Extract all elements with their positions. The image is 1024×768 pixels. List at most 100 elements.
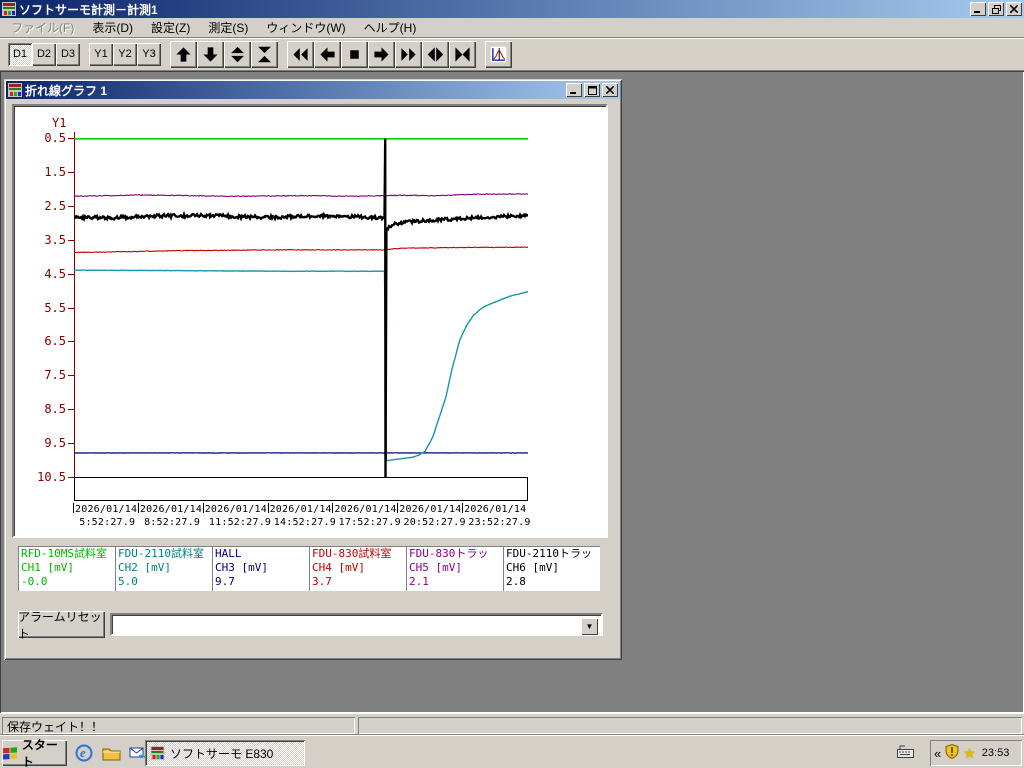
minimize-button[interactable] (970, 2, 986, 16)
legend-channel-label: CH4 [mV] (312, 561, 365, 574)
menu-item-view[interactable]: 表示(D) (83, 17, 142, 38)
keyboard-icon[interactable] (897, 745, 914, 761)
star-icon[interactable]: ★ (963, 746, 976, 760)
y-tick-label: 2.5 (44, 198, 66, 213)
start-label: スタート (21, 738, 58, 768)
status-message: 保存ウェイト！！ (2, 717, 355, 734)
compress-vertical-icon (258, 46, 271, 62)
graph-window-title-bar: 折れ線グラフ 1 (6, 81, 620, 99)
scroll-up-button[interactable] (170, 40, 197, 68)
legend-device-name: RFD-10MS試料室 (21, 547, 107, 560)
legend-device-name: HALL (215, 547, 242, 560)
menu-item-window[interactable]: ウィンドウ(W) (257, 17, 354, 38)
x-tick-mark (267, 503, 269, 513)
y-tick-label: 3.5 (44, 232, 66, 247)
toolbar-group (287, 40, 476, 68)
security-shield-icon[interactable] (945, 743, 959, 762)
x-tick-label: 2026/01/14 8:52:27.9 (137, 503, 203, 528)
y-tick-mark (68, 307, 74, 309)
fast-forward-button[interactable] (395, 40, 422, 68)
y-tick-mark (68, 375, 74, 377)
legend-channel-value: -0.0 (21, 575, 48, 588)
legend-cell-ch4: FDU-830試料室 CH4 [mV] 3.7 (309, 546, 406, 591)
task-button-softthermo[interactable]: ソフトサーモ E830 (145, 740, 305, 766)
y-tick-label: 5.5 (44, 300, 66, 315)
d1-button[interactable]: D1 (8, 42, 32, 66)
x-tick-mark (73, 503, 74, 513)
alarm-combobox[interactable]: ▼ (110, 613, 603, 636)
y-axis-title: Y1 (52, 116, 67, 130)
chart-settings-button[interactable] (485, 40, 512, 68)
menu-bar: ファイル(F) 表示(D) 設定(Z) 測定(S) ウィンドウ(W) ヘルプ(H) (0, 18, 1024, 38)
compress-horizontal-button[interactable] (449, 40, 476, 68)
expand-horizontal-button[interactable] (422, 40, 449, 68)
y-tick-label: 6.5 (44, 334, 66, 349)
y-tick-label: 0.5 (44, 131, 66, 145)
combobox-dropdown-button[interactable]: ▼ (581, 618, 598, 635)
graph-minimize-button[interactable] (566, 83, 582, 97)
y-tick-mark (68, 273, 74, 275)
rewind-button[interactable] (287, 40, 314, 68)
folder-icon[interactable] (99, 742, 123, 764)
toolbar: D1 D2 D3 Y1 Y2 Y3 (0, 38, 1024, 71)
compress-vertical-button[interactable] (251, 40, 278, 68)
expand-vertical-icon (231, 46, 244, 62)
graph-window-icon (8, 83, 22, 97)
menu-item-settings[interactable]: 設定(Z) (142, 17, 199, 38)
tray-chevron-button[interactable]: « (934, 747, 941, 760)
x-tick-label: 2026/01/14 5:52:27.9 (73, 503, 138, 528)
graph-maximize-button[interactable] (584, 83, 600, 97)
legend-device-name: FDU-2110トラッ (506, 547, 592, 560)
restore-button[interactable] (988, 2, 1004, 16)
legend-channel-value: 2.8 (506, 575, 526, 588)
scroll-down-button[interactable] (197, 40, 224, 68)
y-tick-mark (68, 239, 74, 241)
tray-clock: 23:53 (981, 747, 1010, 759)
menu-item-measure[interactable]: 測定(S) (199, 17, 257, 38)
y-tick-mark (68, 443, 74, 445)
toolbar-group: Y1 Y2 Y3 (89, 42, 161, 66)
y-tick-mark (68, 477, 74, 478)
x-tick-label: 2026/01/14 17:52:27.9 (332, 503, 401, 528)
x-tick-mark (397, 503, 399, 513)
stop-button[interactable] (341, 40, 368, 68)
close-button[interactable] (1006, 2, 1022, 16)
status-bar: 保存ウェイト！！ (0, 713, 1024, 735)
app-icon (2, 2, 16, 16)
arrow-right-icon (374, 46, 389, 62)
series-ch5-line (74, 193, 528, 198)
toolbar-group (485, 40, 512, 68)
y-tick-label: 7.5 (44, 368, 66, 383)
channel-legend: RFD-10MS試料室 CH1 [mV] -0.0 FDU-2110試料室 CH2 [m… (18, 546, 600, 591)
step-forward-button[interactable] (368, 40, 395, 68)
x-tick-label: 2026/01/14 20:52:27.9 (397, 503, 466, 528)
legend-channel-value: 9.7 (215, 575, 235, 588)
start-button[interactable]: スタート (2, 738, 67, 768)
toolbar-group: D1 D2 D3 (8, 42, 80, 66)
y2-button[interactable]: Y2 (113, 42, 137, 66)
system-tray: « ★ 23:53 (930, 740, 1022, 766)
y-tick-mark (68, 138, 74, 139)
step-back-button[interactable] (314, 40, 341, 68)
alarm-reset-button[interactable]: アラームリセット (18, 610, 105, 641)
expand-vertical-button[interactable] (224, 40, 251, 68)
legend-cell-ch6: FDU-2110トラッ CH6 [mV] 2.8 (503, 546, 600, 591)
d3-button[interactable]: D3 (56, 42, 80, 66)
y1-button[interactable]: Y1 (89, 42, 113, 66)
internet-explorer-icon[interactable]: e (72, 742, 96, 764)
y-tick-label: 8.5 (44, 402, 66, 417)
y-tick-mark (68, 341, 74, 343)
y-tick-mark (68, 409, 74, 411)
graph-window-client: Y1 0.5 1.5 2.5 3.5 4.5 5.5 6.5 7.5 8.5 9.5 10.5 202… (6, 99, 620, 658)
menu-item-help[interactable]: ヘルプ(H) (355, 17, 426, 38)
d2-button[interactable]: D2 (32, 42, 56, 66)
chart-area: Y1 0.5 1.5 2.5 3.5 4.5 5.5 6.5 7.5 8.5 9.5 10.5 202… (16, 108, 604, 534)
series-ch6-line (74, 138, 528, 478)
x-tick-mark (202, 503, 204, 513)
legend-cell-ch3: HALL CH3 [mV] 9.7 (212, 546, 309, 591)
y3-button[interactable]: Y3 (137, 42, 161, 66)
legend-cell-ch1: RFD-10MS試料室 CH1 [mV] -0.0 (18, 546, 115, 591)
x-tick-mark (462, 503, 464, 513)
x-tick-label: 2026/01/14 11:52:27.9 (202, 503, 272, 528)
graph-close-button[interactable] (602, 83, 618, 97)
